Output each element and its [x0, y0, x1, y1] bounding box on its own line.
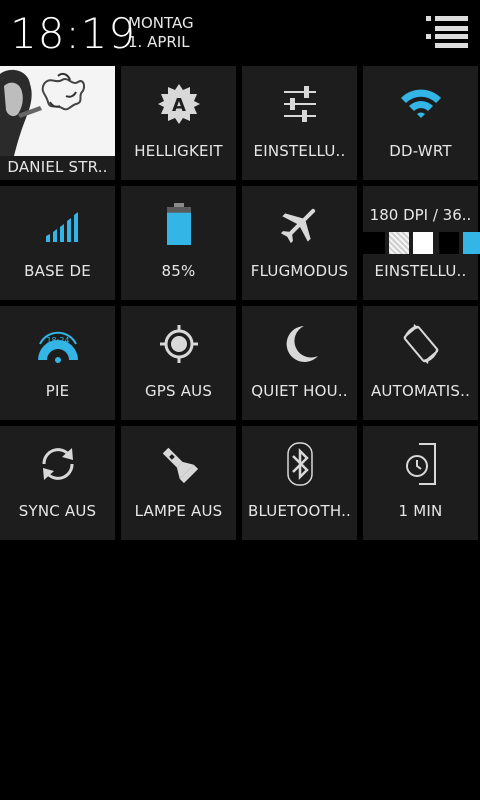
tile-label: DD-WRT	[389, 142, 452, 160]
tile-label: EINSTELLU..	[374, 262, 467, 280]
flashlight-icon	[121, 442, 236, 486]
tile-label: HELLIGKEIT	[134, 142, 223, 160]
tile-quiet-hours[interactable]: QUIET HOU..	[242, 306, 357, 420]
wifi-icon	[363, 82, 478, 126]
tile-airplane-mode[interactable]: FLUGMODUS	[242, 186, 357, 300]
tile-label: BASE DE	[24, 262, 91, 280]
tile-label: 1 MIN	[398, 502, 443, 520]
tile-flashlight[interactable]: LAMPE AUS	[121, 426, 236, 540]
tile-label: SYNC AUS	[18, 502, 97, 520]
tile-label: EINSTELLU..	[253, 142, 346, 160]
sliders-icon	[242, 82, 357, 126]
tile-display-settings[interactable]: 180 DPI / 36.. EINSTELLU..	[363, 186, 480, 300]
swatch-pattern	[389, 232, 409, 254]
sync-icon	[0, 442, 115, 486]
tile-label: BLUETOOTH..	[247, 502, 352, 520]
tile-auto-rotate[interactable]: AUTOMATIS..	[363, 306, 478, 420]
tile-gps[interactable]: GPS AUS	[121, 306, 236, 420]
status-header: 18:19 MONTAG 1. APRIL	[0, 0, 480, 64]
tile-wifi[interactable]: DD-WRT	[363, 66, 478, 180]
svg-text:A: A	[172, 95, 186, 116]
tile-pie[interactable]: 18:24 PIE	[0, 306, 115, 420]
bluetooth-icon	[242, 442, 357, 486]
swatch-black-2	[439, 232, 459, 254]
dpi-value: 180 DPI / 36..	[369, 206, 472, 224]
battery-icon	[121, 202, 236, 246]
swatch-blue	[463, 232, 480, 254]
clock: 18:19	[10, 9, 137, 58]
notification-list-toggle-icon[interactable]	[426, 14, 468, 50]
tile-label: LAMPE AUS	[134, 502, 223, 520]
tile-bluetooth[interactable]: BLUETOOTH..	[242, 426, 357, 540]
weekday: MONTAG	[128, 14, 194, 32]
date-block: MONTAG 1. APRIL	[128, 14, 194, 52]
tile-label: DANIEL STR..	[7, 158, 108, 176]
tile-mobile-signal[interactable]: BASE DE	[0, 186, 115, 300]
swatch-white	[413, 232, 433, 254]
color-swatches	[363, 232, 480, 254]
svg-text:18:24: 18:24	[46, 336, 69, 345]
tile-profile[interactable]: DANIEL STR..	[0, 66, 115, 180]
swatch-black	[363, 232, 385, 254]
tile-sync[interactable]: SYNC AUS	[0, 426, 115, 540]
tile-battery[interactable]: 85%	[121, 186, 236, 300]
tile-label: FLUGMODUS	[250, 262, 349, 280]
tile-settings[interactable]: EINSTELLU..	[242, 66, 357, 180]
tile-label: QUIET HOU..	[251, 382, 348, 400]
tile-screen-timeout[interactable]: 1 MIN	[363, 426, 478, 540]
date: 1. APRIL	[128, 33, 190, 51]
tile-label: GPS AUS	[144, 382, 213, 400]
tile-label: PIE	[45, 382, 70, 400]
signal-bars-icon	[0, 202, 115, 246]
profile-photo	[0, 66, 115, 156]
pie-controls-icon: 18:24	[0, 322, 115, 366]
tile-label: 85%	[161, 262, 196, 280]
gps-icon	[121, 322, 236, 366]
auto-brightness-icon: A	[121, 82, 236, 126]
rotate-icon	[363, 322, 478, 366]
screen-timeout-icon	[363, 442, 478, 486]
moon-icon	[242, 322, 357, 366]
tile-label: AUTOMATIS..	[370, 382, 471, 400]
airplane-icon	[242, 202, 357, 246]
tile-brightness[interactable]: A HELLIGKEIT	[121, 66, 236, 180]
